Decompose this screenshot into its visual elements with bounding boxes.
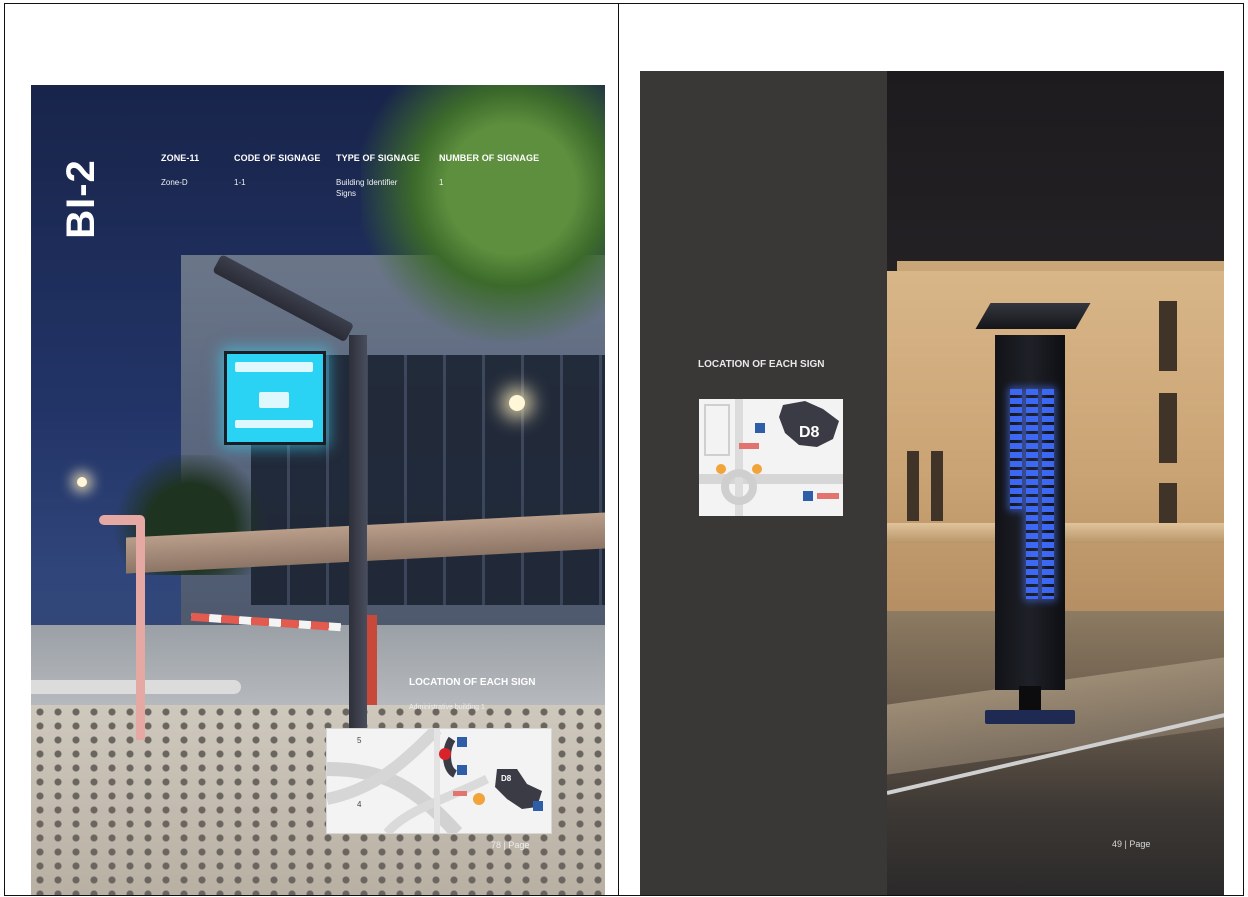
map-label-4: 4 [357,800,362,809]
pink-pole-arm [99,515,145,525]
code-header: CODE OF SIGNAGE [234,153,321,163]
building-window [1159,393,1177,463]
pink-pole [136,520,145,740]
map-current-marker [439,748,451,760]
led-line [1010,389,1022,509]
page-divider [618,3,619,896]
tree [361,85,605,345]
led-line [1026,389,1038,599]
sign-post-base [367,615,377,705]
building-window [1159,483,1177,523]
sign-code-title: BI-2 [59,159,103,239]
street-lamp [509,395,525,411]
totem-base [985,710,1075,724]
street-lamp-far [77,477,87,487]
number-header: NUMBER OF SIGNAGE [439,153,540,163]
location-map-drawing: D8 [699,399,843,516]
sign-english-text [235,420,313,428]
map-label-box [817,493,839,499]
map-pin [716,464,726,474]
info-panel: LOCATION OF EACH SIGN D8 [640,71,887,895]
solar-panel [975,303,1091,329]
map-label-box [453,791,467,796]
page-number: 49 | Page [1112,839,1151,849]
parking-icon [457,765,467,775]
right-page: LOCATION OF EACH SIGN D8 49 | Page [640,71,1224,895]
location-map-drawing: 5 4 D8 [327,729,551,833]
map-pin [752,464,762,474]
location-map: 5 4 D8 [326,728,552,834]
parking-icon [457,737,467,747]
parking-icon [533,801,543,811]
map-label-5: 5 [357,736,362,745]
map-pin [473,793,485,805]
map-label-d8: D8 [799,424,820,441]
number-value: 1 [439,178,444,187]
building-window [931,451,943,521]
map-label-d8: D8 [501,774,512,783]
building-window [1159,301,1177,371]
left-page: BI-2 ZONE-11 CODE OF SIGNAGE TYPE OF SIG… [31,85,605,895]
led-text-display [1006,389,1054,599]
type-header: TYPE OF SIGNAGE [336,153,421,163]
led-line [1042,389,1054,599]
illuminated-sign [224,351,326,445]
location-title: LOCATION OF EACH SIGN [698,359,825,370]
code-value: 1-1 [234,178,246,187]
zone-header: ZONE-11 [161,153,200,163]
location-subtitle: Administrative building 1 [409,704,485,711]
parking-icon [803,491,813,501]
type-value: Building Identifier Signs [336,178,398,198]
map-label-box [739,443,759,449]
sign-post [349,335,367,730]
sign-arabic-text [235,362,313,372]
location-map: D8 [699,399,843,516]
zone-value: Zone-D [161,178,188,187]
building-window [907,451,919,521]
parking-icon [755,423,765,433]
page-number: 78 | Page [491,840,530,850]
location-title: LOCATION OF EACH SIGN [409,677,536,688]
sign-photo: 49 | Page [887,71,1224,895]
sign-code-plate [259,392,289,408]
